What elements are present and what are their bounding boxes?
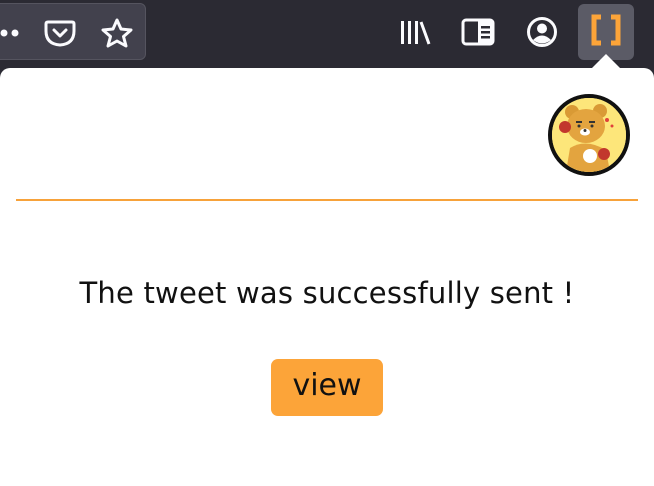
account-icon[interactable]	[524, 15, 560, 49]
library-icon[interactable]	[398, 15, 432, 49]
popup-arrow	[591, 54, 621, 69]
view-button[interactable]: view	[271, 359, 383, 416]
bookmark-star-icon[interactable]	[99, 16, 135, 50]
extension-button[interactable]	[578, 4, 634, 60]
ryan-character-avatar	[548, 94, 630, 176]
browser-toolbar	[0, 0, 654, 69]
status-message: The tweet was successfully sent !	[79, 276, 575, 310]
divider	[16, 199, 638, 201]
pocket-icon[interactable]	[43, 16, 77, 50]
reader-view-icon[interactable]	[460, 15, 496, 49]
urlbar-actions	[0, 3, 146, 60]
extension-popup: The tweet was successfully sent ! view	[0, 68, 654, 486]
extension-icon	[590, 14, 622, 50]
overflow-dots-icon[interactable]	[0, 20, 27, 46]
